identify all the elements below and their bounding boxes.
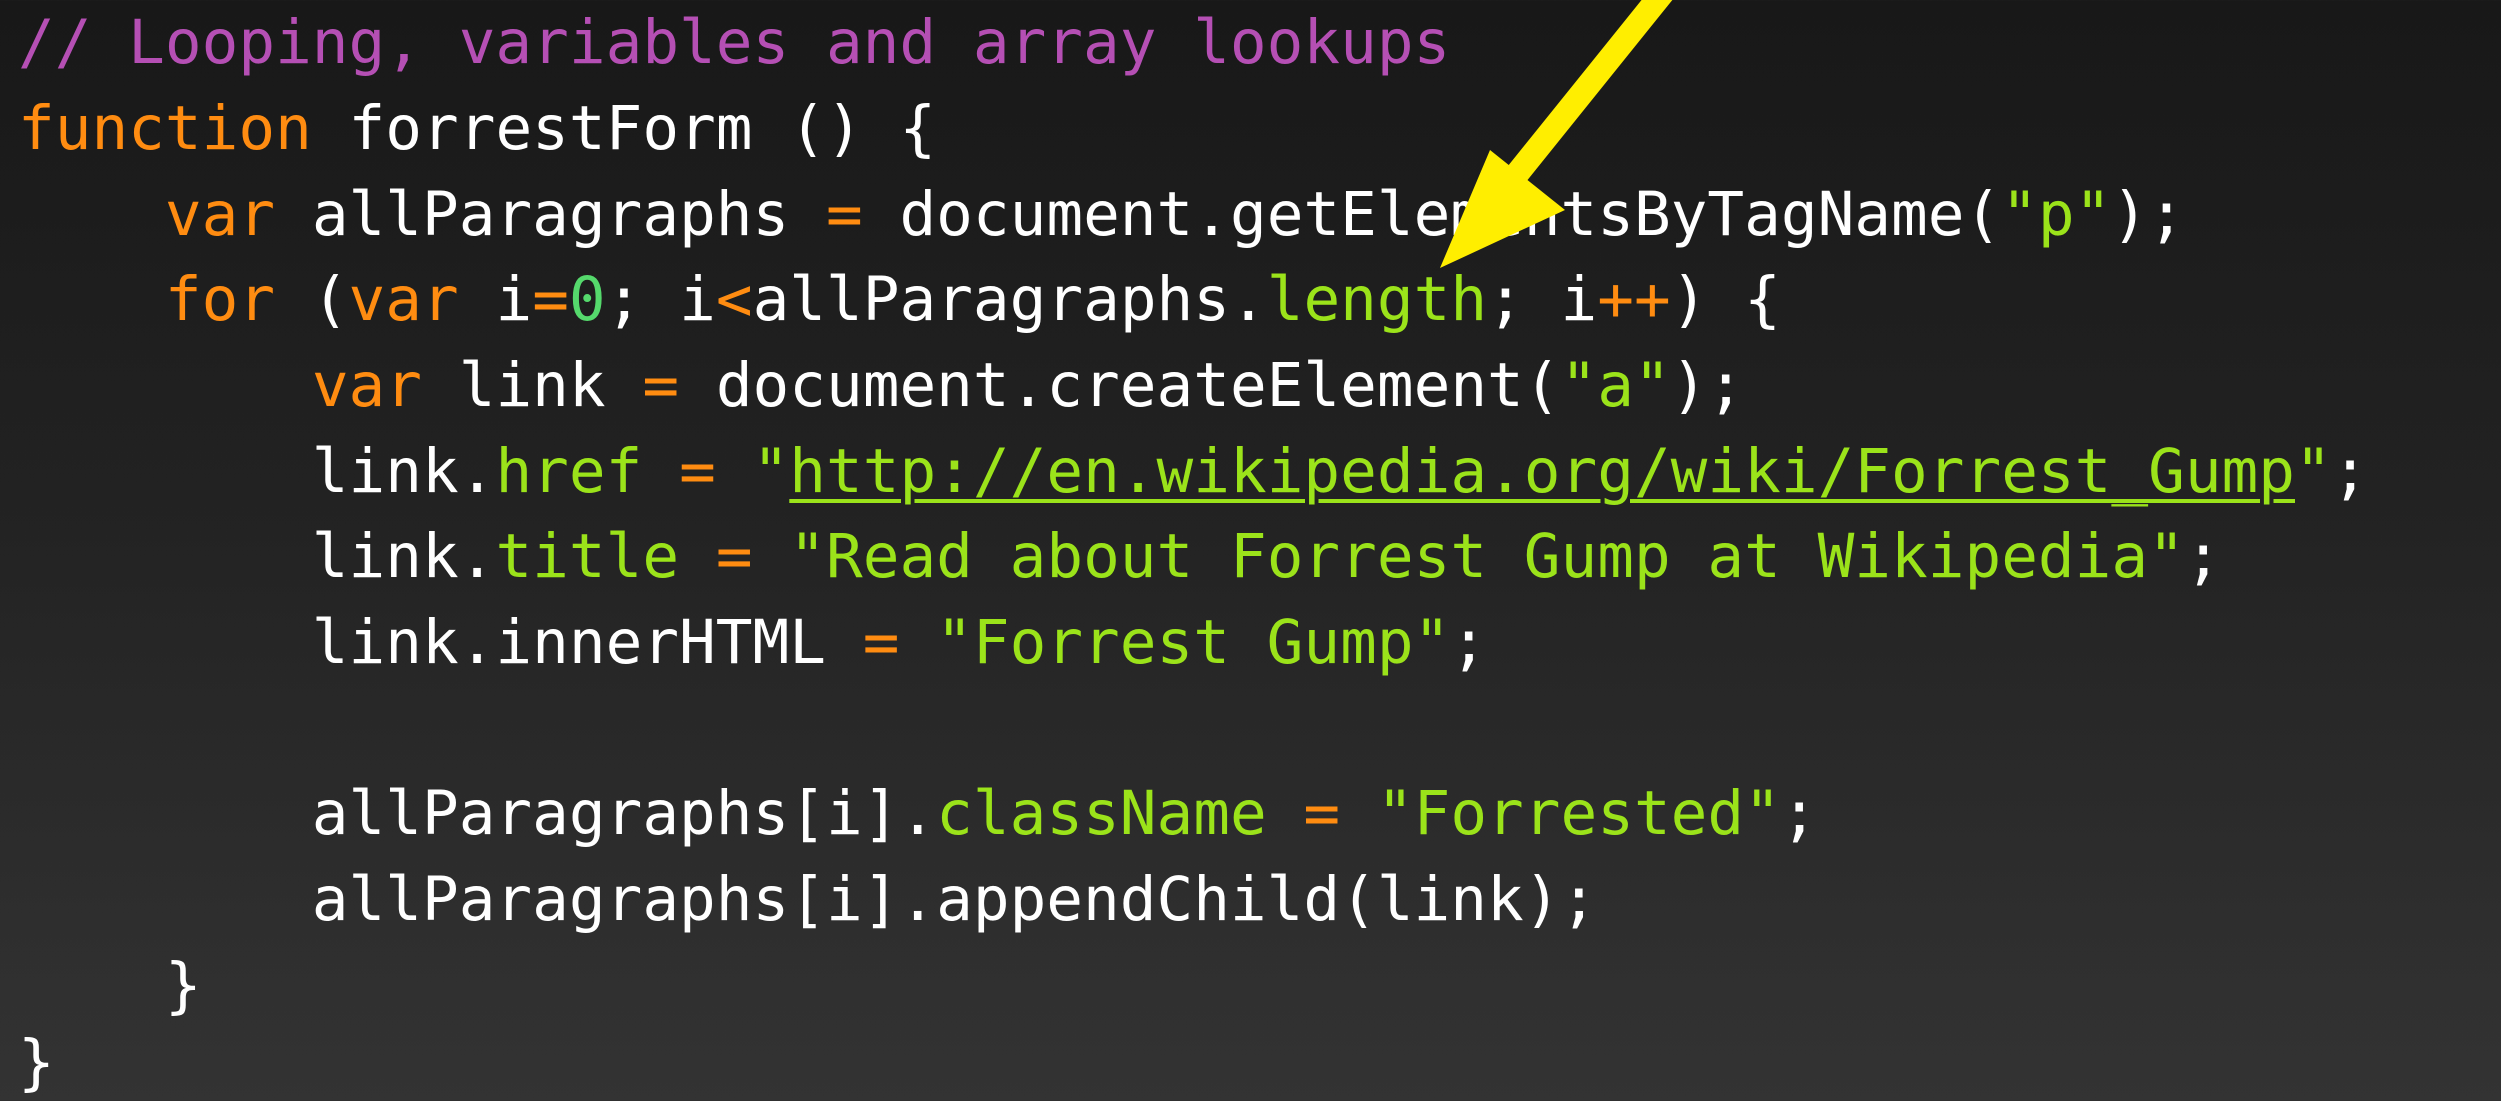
code-token: length bbox=[1266, 264, 1488, 335]
code-token: http://en.wikipedia.org/wiki/Forrest_Gum… bbox=[789, 436, 2296, 507]
code-token: ++ bbox=[1597, 264, 1671, 335]
code-token: ; bbox=[1780, 778, 1818, 849]
code-token: var bbox=[164, 179, 276, 250]
code-token: var bbox=[348, 264, 459, 335]
code-token: var bbox=[311, 350, 422, 421]
code-token: ; bbox=[2184, 521, 2222, 592]
code-line-11: allParagraphs[i].appendChild(link); bbox=[18, 857, 1597, 943]
code-token: "Forrest Gump" bbox=[936, 607, 1451, 678]
code-line-8: link.innerHTML = "Forrest Gump"; bbox=[18, 600, 1487, 686]
code-token: "a" bbox=[1560, 350, 1671, 421]
code-token: 0 bbox=[568, 264, 606, 335]
code-token: ; bbox=[2331, 436, 2369, 507]
code-token: = bbox=[715, 521, 753, 592]
code-line-3: var allParagraphs = document.getElements… bbox=[18, 172, 2185, 258]
code-token: ); bbox=[2111, 179, 2185, 250]
code-token: "Forrested" bbox=[1376, 778, 1781, 849]
code-token: className bbox=[936, 778, 1267, 849]
code-line-5: var link = document.createElement("a"); bbox=[18, 343, 1744, 429]
code-token: ; i bbox=[605, 264, 716, 335]
code-line-1: // Looping, variables and array lookups bbox=[18, 0, 1450, 86]
code-token: allParagraphs bbox=[275, 179, 826, 250]
code-token: = bbox=[1303, 778, 1341, 849]
code-token: = bbox=[679, 436, 716, 507]
code-line-4: for (var i=0; i<allParagraphs.length; i+… bbox=[18, 257, 1781, 343]
code-line-10: allParagraphs[i].className = "Forrested"… bbox=[18, 771, 1818, 857]
code-token: " bbox=[2295, 436, 2332, 507]
code-token: href bbox=[495, 436, 643, 507]
code-token: " bbox=[752, 436, 790, 507]
code-token: i bbox=[458, 264, 533, 335]
code-token: = bbox=[642, 350, 680, 421]
code-token: for bbox=[164, 264, 276, 335]
code-token: < bbox=[715, 264, 753, 335]
code-token: = bbox=[862, 607, 900, 678]
code-view: // Looping, variables and array lookups f… bbox=[18, 0, 2501, 1101]
code-token: link. bbox=[18, 436, 496, 507]
code-token: allParagraphs. bbox=[752, 264, 1267, 335]
code-token: ; i bbox=[1487, 264, 1598, 335]
code-token: "p" bbox=[2001, 179, 2112, 250]
code-token: } bbox=[18, 950, 202, 1021]
code-token: "Read about Forrest Gump at Wikipedia" bbox=[789, 521, 2185, 592]
code-line-12: } bbox=[18, 943, 202, 1029]
code-line-2: function forrestForm () { bbox=[18, 86, 936, 172]
code-line-7: link.title = "Read about Forrest Gump at… bbox=[18, 514, 2222, 600]
code-token: ) { bbox=[1670, 264, 1781, 335]
code-token: } bbox=[18, 1027, 55, 1098]
code-token: ; bbox=[1450, 607, 1488, 678]
code-token: link.innerHTML bbox=[18, 607, 863, 678]
code-token: = bbox=[825, 179, 863, 250]
code-token: function bbox=[18, 93, 312, 164]
code-line-13: } bbox=[18, 1020, 55, 1101]
code-line-6: link.href = "http://en.wikipedia.org/wik… bbox=[18, 429, 2369, 515]
code-token: link. bbox=[18, 521, 496, 592]
code-token: allParagraphs[i]. bbox=[18, 778, 937, 849]
code-token: ); bbox=[1670, 350, 1745, 421]
code-token: // Looping, variables and array lookups bbox=[18, 7, 1451, 78]
code-token: document.getElementsByTagName( bbox=[862, 179, 2002, 250]
code-token: allParagraphs[i].appendChild(link); bbox=[18, 864, 1598, 935]
code-token: document.createElement( bbox=[679, 350, 1561, 421]
code-token: title bbox=[495, 521, 680, 592]
code-token: link bbox=[422, 350, 643, 421]
code-token: forrestForm () { bbox=[311, 93, 937, 164]
code-token: = bbox=[532, 264, 569, 335]
code-token: ( bbox=[275, 264, 349, 335]
